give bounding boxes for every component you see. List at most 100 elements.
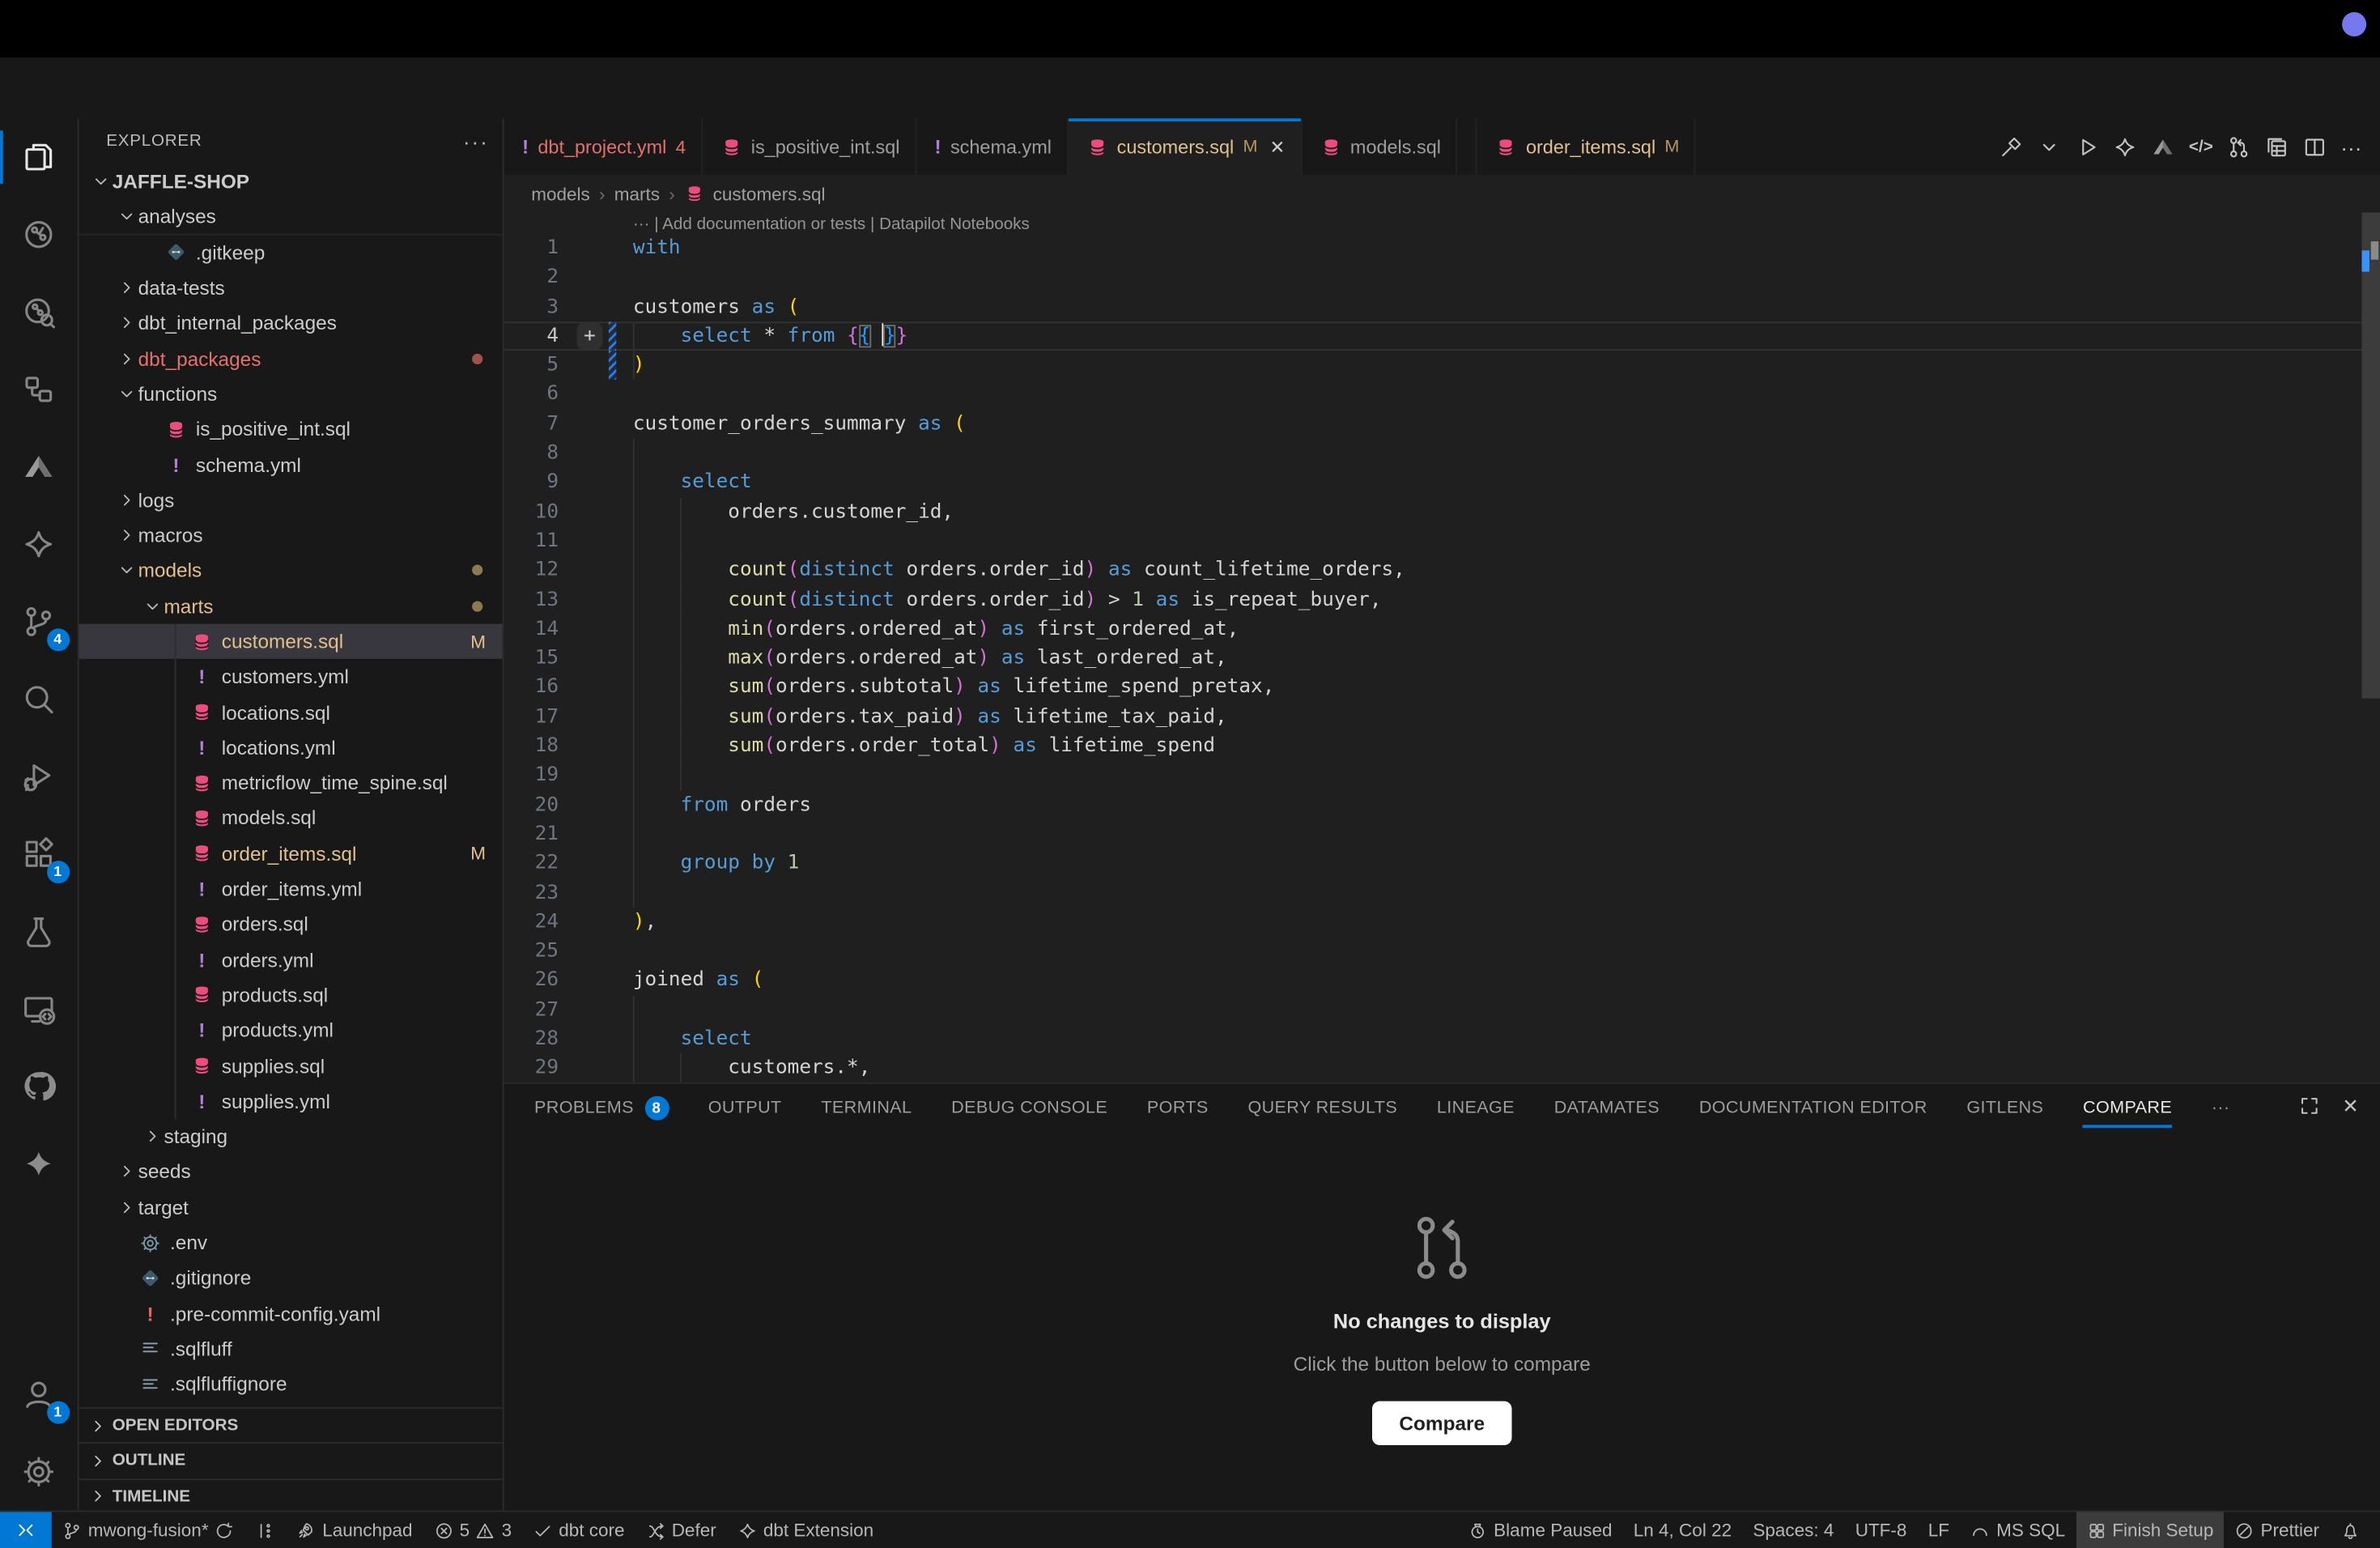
breadcrumb[interactable]: models›marts›customers.sql bbox=[531, 175, 825, 213]
tree-item-is-positive-int-sql[interactable]: is_positive_int.sql bbox=[79, 411, 504, 447]
code-line-19[interactable]: 19 bbox=[504, 761, 2380, 790]
status-remote-indicator[interactable] bbox=[0, 1512, 52, 1548]
code-line-13[interactable]: 13 count(distinct orders.order_id) > 1 a… bbox=[504, 585, 2380, 615]
tree-item-target[interactable]: target bbox=[79, 1189, 504, 1225]
status-eol[interactable]: LF bbox=[1918, 1512, 1961, 1548]
section-timeline[interactable]: TIMELINE bbox=[79, 1478, 504, 1510]
split-editor-button[interactable] bbox=[2302, 134, 2327, 159]
activity-item-github[interactable] bbox=[0, 1048, 79, 1125]
tree-item-supplies-sql[interactable]: supplies.sql bbox=[79, 1048, 504, 1084]
code-line-29[interactable]: 29 customers.*, bbox=[504, 1054, 2380, 1082]
activity-item-dbt-graph[interactable] bbox=[0, 196, 79, 274]
tree-item--pre-commit-config-yaml[interactable]: !.pre-commit-config.yaml bbox=[79, 1295, 504, 1331]
tree-item-customers-sql[interactable]: customers.sqlM bbox=[79, 623, 504, 659]
tree-item-metricflow-time-spine-sql[interactable]: metricflow_time_spine.sql bbox=[79, 765, 504, 801]
tree-item-marts[interactable]: marts bbox=[79, 589, 504, 624]
activity-item-dbt-power-user[interactable] bbox=[0, 505, 79, 583]
status-blame[interactable]: Blame Paused bbox=[1457, 1512, 1622, 1548]
tree-item-products-yml[interactable]: !products.yml bbox=[79, 1013, 504, 1048]
status-dbt-core[interactable]: dbt core bbox=[522, 1512, 635, 1548]
code-line-21[interactable]: 21 bbox=[504, 819, 2380, 848]
status-notifications[interactable] bbox=[2330, 1512, 2371, 1548]
code-line-26[interactable]: 26joined as ( bbox=[504, 966, 2380, 995]
tree-item--sqlfluff[interactable]: .sqlfluff bbox=[79, 1331, 504, 1367]
tree-item-products-sql[interactable]: products.sql bbox=[79, 977, 504, 1013]
tree-item-logs[interactable]: logs bbox=[79, 483, 504, 518]
tree-item-locations-yml[interactable]: !locations.yml bbox=[79, 729, 504, 765]
panel-tab-lineage[interactable]: LINEAGE bbox=[1437, 1084, 1515, 1133]
tree-item-analyses[interactable]: analyses bbox=[79, 199, 504, 235]
git-compare-button[interactable] bbox=[2227, 134, 2251, 159]
activity-item-settings[interactable] bbox=[0, 1433, 79, 1511]
code-line-14[interactable]: 14 min(orders.ordered_at) as first_order… bbox=[504, 615, 2380, 644]
status-git-branch[interactable]: mwong-fusion* bbox=[52, 1512, 245, 1548]
panel-tab-query-results[interactable]: QUERY RESULTS bbox=[1247, 1084, 1397, 1133]
tree-item-models[interactable]: models bbox=[79, 553, 504, 589]
activity-item-search[interactable] bbox=[0, 661, 79, 738]
tree-item-models-sql[interactable]: models.sql bbox=[79, 801, 504, 836]
more-actions-button[interactable]: ··· bbox=[2340, 134, 2361, 159]
panel-tab-gitlens[interactable]: GITLENS bbox=[1966, 1084, 2043, 1133]
code-line-27[interactable]: 27 bbox=[504, 995, 2380, 1024]
status-git-compare[interactable] bbox=[245, 1512, 287, 1548]
editor-scrollbar[interactable] bbox=[2362, 175, 2380, 1082]
tree-item-order-items-sql[interactable]: order_items.sqlM bbox=[79, 836, 504, 871]
code-line-3[interactable]: 3customers as ( bbox=[504, 292, 2380, 321]
tree-item-dbt-internal-packages[interactable]: dbt_internal_packages bbox=[79, 305, 504, 341]
code-line-10[interactable]: 10 orders.customer_id, bbox=[504, 497, 2380, 526]
run-model-button[interactable] bbox=[2075, 134, 2099, 159]
panel-tab-compare[interactable]: COMPARE bbox=[2083, 1084, 2172, 1133]
code-line-5[interactable]: 5) bbox=[504, 351, 2380, 380]
add-action-button[interactable]: + bbox=[577, 323, 603, 349]
panel-tab-ports[interactable]: PORTS bbox=[1147, 1084, 1209, 1133]
build-button[interactable] bbox=[2000, 134, 2024, 159]
status-indentation[interactable]: Spaces: 4 bbox=[1742, 1512, 1844, 1548]
status-encoding[interactable]: UTF-8 bbox=[1845, 1512, 1918, 1548]
tree-item-data-tests[interactable]: data-tests bbox=[79, 270, 504, 306]
section-outline[interactable]: OUTLINE bbox=[79, 1443, 504, 1478]
breadcrumb-item[interactable]: customers.sql bbox=[713, 183, 826, 204]
tree-item-functions[interactable]: functions bbox=[79, 376, 504, 412]
code-line-4[interactable]: 4+ select * from {{ }} bbox=[504, 321, 2380, 351]
activity-item-explorer[interactable] bbox=[0, 118, 79, 196]
code-line-18[interactable]: 18 sum(orders.order_total) as lifetime_s… bbox=[504, 732, 2380, 761]
status-dbt-extension[interactable]: dbt Extension bbox=[727, 1512, 884, 1548]
code-editor[interactable]: models›marts›customers.sql ··· | Add doc… bbox=[504, 175, 2380, 1082]
code-line-6[interactable]: 6 bbox=[504, 381, 2380, 410]
code-line-7[interactable]: 7customer_orders_summary as ( bbox=[504, 410, 2380, 439]
panel-tab-documentation-editor[interactable]: DOCUMENTATION EDITOR bbox=[1699, 1084, 1927, 1133]
status-prettier[interactable]: Prettier bbox=[2224, 1512, 2330, 1548]
code-line-12[interactable]: 12 count(distinct orders.order_id) as co… bbox=[504, 556, 2380, 585]
code-line-22[interactable]: 22 group by 1 bbox=[504, 849, 2380, 878]
activity-item-dbt-graph-search[interactable] bbox=[0, 274, 79, 351]
code-line-17[interactable]: 17 sum(orders.tax_paid) as lifetime_tax_… bbox=[504, 703, 2380, 732]
activity-item-test-explorer[interactable] bbox=[0, 893, 79, 971]
activity-item-run-debug[interactable] bbox=[0, 738, 79, 815]
compiled-code-button[interactable]: </> bbox=[2189, 138, 2213, 156]
tree-item--gitkeep[interactable]: .gitkeep bbox=[79, 235, 504, 270]
activity-item-source-control[interactable]: 4 bbox=[0, 583, 79, 661]
scrollbar-thumb[interactable] bbox=[2362, 213, 2380, 699]
status-language-mode[interactable]: MS SQL bbox=[1960, 1512, 2076, 1548]
code-line-15[interactable]: 15 max(orders.ordered_at) as last_ordere… bbox=[504, 644, 2380, 673]
code-line-16[interactable]: 16 sum(orders.subtotal) as lifetime_spen… bbox=[504, 673, 2380, 702]
tab-dbt-project-yml[interactable]: !dbt_project.yml4 bbox=[504, 118, 703, 174]
panel-tab-debug-console[interactable]: DEBUG CONSOLE bbox=[951, 1084, 1107, 1133]
datapilot-button[interactable] bbox=[2151, 134, 2175, 159]
activity-item-query-objects[interactable] bbox=[0, 351, 79, 428]
activity-item-datapilot[interactable] bbox=[0, 428, 79, 506]
panel-tab-datamates[interactable]: DATAMATES bbox=[1554, 1084, 1660, 1133]
tab-is-positive-int-sql[interactable]: is_positive_int.sql bbox=[703, 118, 916, 174]
tree-item-macros[interactable]: macros bbox=[79, 517, 504, 553]
codelens-actions[interactable]: ··· | Add documentation or tests | Datap… bbox=[633, 215, 1030, 234]
tree-item-supplies-yml[interactable]: !supplies.yml bbox=[79, 1083, 504, 1119]
tree-item-staging[interactable]: staging bbox=[79, 1119, 504, 1155]
status-cursor-position[interactable]: Ln 4, Col 22 bbox=[1623, 1512, 1743, 1548]
code-line-11[interactable]: 11 bbox=[504, 527, 2380, 556]
breadcrumb-item[interactable]: models bbox=[531, 183, 590, 204]
tree-item-orders-sql[interactable]: orders.sql bbox=[79, 907, 504, 942]
code-line-9[interactable]: 9 select bbox=[504, 468, 2380, 497]
status-finish-setup[interactable]: Finish Setup bbox=[2076, 1512, 2224, 1548]
panel-tab-problems[interactable]: PROBLEMS8 bbox=[534, 1084, 669, 1133]
code-line-25[interactable]: 25 bbox=[504, 937, 2380, 966]
